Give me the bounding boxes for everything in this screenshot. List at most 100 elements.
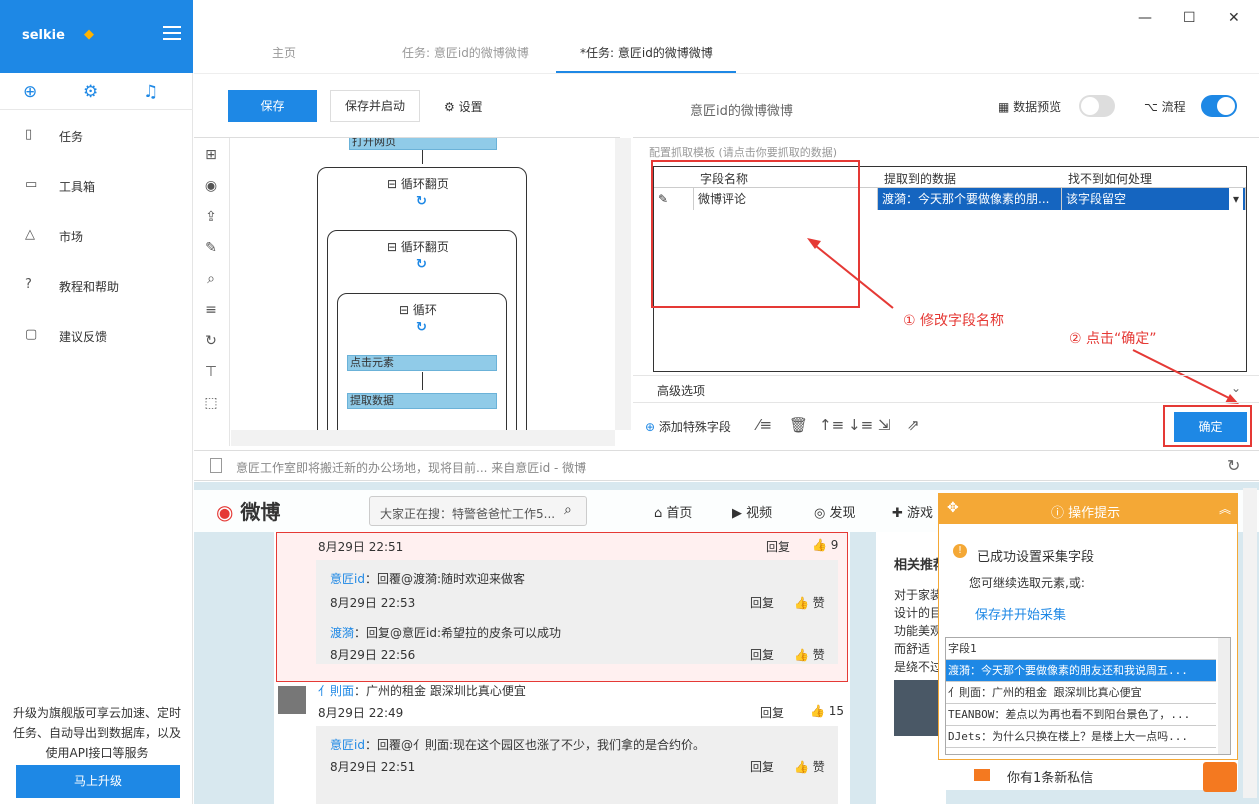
reply-link[interactable]: 回复 xyxy=(750,758,774,775)
recommendation-image[interactable] xyxy=(894,680,942,736)
save-button[interactable]: 保存 xyxy=(228,90,317,122)
gamepad-icon: ✚ xyxy=(892,506,908,521)
maximize-icon[interactable]: ☐ xyxy=(1183,10,1196,26)
vertical-scrollbar[interactable] xyxy=(615,138,631,430)
loop-icon[interactable]: ↻ xyxy=(202,332,220,350)
settings-button[interactable]: ⚙ 设置 xyxy=(444,98,483,115)
reply-text: 渡漪：回复@意匠id:希望拉的皮条可以成功 xyxy=(330,626,562,640)
sidebar-item-toolbox[interactable]: ▭ 工具箱 xyxy=(0,170,193,200)
toolbox-icon: ▭ xyxy=(25,177,38,192)
list-item[interactable]: 渡漪：今天那个要做像素的朋友还和我说周五... xyxy=(946,660,1216,682)
move-down-icon[interactable]: ↓≡ xyxy=(848,416,873,434)
flow-toggle[interactable] xyxy=(1201,95,1237,117)
comment-time: 8月29日 22:56 xyxy=(330,648,416,662)
list-scrollbar[interactable] xyxy=(1218,638,1230,754)
brand-header: selkie ◆ xyxy=(0,0,193,73)
nav-video[interactable]: ▶ 视频 xyxy=(732,502,772,521)
tip-subtext: 您可继续选取元素,或: xyxy=(969,576,1085,590)
flow-text: 流程 xyxy=(1161,100,1186,114)
cursor-icon[interactable]: ⬚ xyxy=(202,394,220,412)
move-icon[interactable]: ✥ xyxy=(947,500,959,516)
step-extract[interactable]: 提取数据 xyxy=(347,393,497,409)
mouse-icon[interactable]: ◉ xyxy=(202,177,220,195)
list-item[interactable]: DJets：为什么只换在楼上？是楼上大一点吗... xyxy=(946,726,1216,748)
page-scrollbar[interactable] xyxy=(1243,488,1257,798)
export-field-icon[interactable]: ⇲ xyxy=(878,416,891,434)
reply-link[interactable]: 回复 xyxy=(760,704,784,721)
tab-task[interactable]: 任务: 意匠id的微博微博 xyxy=(402,44,529,61)
column-header: 找不到如何处理 xyxy=(1068,172,1153,186)
field-preview-list[interactable]: 字段1 渡漪：今天那个要做像素的朋友还和我说周五... 亻則面：广州的租金 跟深… xyxy=(945,637,1231,755)
list-item[interactable]: 亻則面：广州的租金 跟深圳比真心便宜 xyxy=(946,682,1216,704)
settings-label: 设置 xyxy=(458,100,483,114)
refresh-icon[interactable]: ↻ xyxy=(1227,456,1240,475)
edit-icon[interactable]: ✎ xyxy=(202,239,220,257)
reply-link[interactable]: 回复 xyxy=(766,538,790,555)
mail-icon xyxy=(974,769,990,781)
like-button[interactable]: 👍 赞 xyxy=(794,758,825,775)
like-button[interactable]: 👍 9 xyxy=(812,538,838,552)
data-preview-toggle[interactable] xyxy=(1079,95,1115,117)
url-bar[interactable]: 意匠工作室即将搬迁新的办公场地，现将目前... 来自意匠id - 微博 ↻ xyxy=(194,450,1259,481)
headset-icon[interactable]: ♫ xyxy=(143,82,158,102)
sidebar-item-label: 市场 xyxy=(59,230,84,244)
sidebar-item-help[interactable]: ? 教程和帮助 xyxy=(0,270,193,300)
private-message-bar[interactable]: 你有1条新私信 xyxy=(938,760,1238,790)
move-up-icon[interactable]: ↑≡ xyxy=(819,416,844,434)
reply-link[interactable]: 回复 xyxy=(750,646,774,663)
chat-icon[interactable] xyxy=(1203,762,1237,792)
advanced-options[interactable]: 高级选项 ⌄ xyxy=(633,375,1259,403)
confirm-button[interactable]: 确定 xyxy=(1174,412,1247,442)
reply-link[interactable]: 回复 xyxy=(750,594,774,611)
upgrade-button[interactable]: 马上升级 xyxy=(16,765,180,798)
like-button[interactable]: 👍 赞 xyxy=(794,594,825,611)
weibo-search[interactable]: 大家正在搜：特警爸爸忙工作5... ⌕ xyxy=(369,496,587,526)
save-and-run-button[interactable]: 保存并启动 xyxy=(330,90,420,122)
open-external-icon[interactable]: ⇗ xyxy=(907,416,920,434)
nav-home[interactable]: ⌂ 首页 xyxy=(654,502,692,521)
collapse-icon[interactable]: ︽ xyxy=(1219,500,1231,517)
missing-handling-select[interactable]: 该字段留空 ▾ xyxy=(1062,188,1246,210)
sidebar-item-market[interactable]: △ 市场 xyxy=(0,220,193,250)
list-item[interactable]: TEANBOW：差点以为再也看不到阳台景色了，... xyxy=(946,704,1216,726)
field-value-cell[interactable]: 渡漪：今天那个要做像素的朋... xyxy=(878,188,1062,210)
loop-title-2: ⊟ 循环翻页 xyxy=(387,240,449,254)
export-icon[interactable]: ⇪ xyxy=(202,208,220,226)
list-icon[interactable]: ≡ xyxy=(202,301,220,319)
like-button[interactable]: 👍 15 xyxy=(810,704,844,718)
like-button[interactable]: 👍 赞 xyxy=(794,646,825,663)
save-and-start-link[interactable]: 保存并开始采集 xyxy=(975,604,1066,623)
side-line: 而舒适 xyxy=(894,642,931,656)
hamburger-menu-icon[interactable] xyxy=(163,26,181,42)
tab-home[interactable]: 主页 xyxy=(272,44,296,61)
home-icon: ⌂ xyxy=(654,506,667,521)
tab-task-active[interactable]: *任务: 意匠id的微博微博 xyxy=(580,44,713,61)
annotation-confirm: ② 点击“确定” xyxy=(1069,331,1157,347)
sidebar-item-feedback[interactable]: ▢ 建议反馈 xyxy=(0,320,193,350)
nav-games[interactable]: ✚ 游戏 xyxy=(892,502,933,521)
close-icon[interactable]: ✕ xyxy=(1228,10,1240,26)
step-open-page[interactable]: 打开网页 xyxy=(349,138,497,150)
minimize-icon[interactable]: — xyxy=(1138,10,1152,26)
loop-icon: ↻ xyxy=(416,257,427,272)
reply-text: 意匠id：回覆@亻則面:现在这个园区也涨了不少，我们拿的是合约价。 xyxy=(330,738,705,752)
avatar[interactable] xyxy=(278,686,306,714)
horizontal-scrollbar[interactable] xyxy=(231,430,615,446)
step-click[interactable]: 点击元素 xyxy=(347,355,497,371)
search-placeholder: 大家正在搜：特警爸爸忙工作5... xyxy=(380,507,556,521)
add-special-field-button[interactable]: ⊕ 添加特殊字段 xyxy=(645,418,731,435)
comment-time: 8月29日 22:51 xyxy=(318,540,404,554)
trash-icon[interactable]: 🗑 xyxy=(789,416,808,434)
rename-icon[interactable]: ⁄≡ xyxy=(757,416,772,434)
search-icon[interactable]: ⌕ xyxy=(564,502,572,518)
weibo-logo[interactable]: ◉ 微博 xyxy=(216,496,280,525)
captcha-icon[interactable]: ⌕ xyxy=(202,270,220,288)
add-page-icon[interactable]: ⊞ xyxy=(202,146,220,164)
gear-icon[interactable]: ⚙ xyxy=(83,82,98,102)
nav-discover[interactable]: ◎ 发现 xyxy=(814,502,856,521)
add-icon[interactable]: ⊕ xyxy=(23,82,37,102)
branch-icon[interactable]: ⊤ xyxy=(202,363,220,381)
sidebar-item-tasks[interactable]: ▯ 任务 xyxy=(0,120,193,150)
comment-text: 亻則面：广州的租金 跟深圳比真心便宜 xyxy=(318,684,526,698)
flow-canvas[interactable]: 打开网页 ⊟ 循环翻页 ↻ ⊟ 循环翻页 ↻ ⊟ 循环 ↻ 点击元素 提取数据 xyxy=(231,138,611,430)
